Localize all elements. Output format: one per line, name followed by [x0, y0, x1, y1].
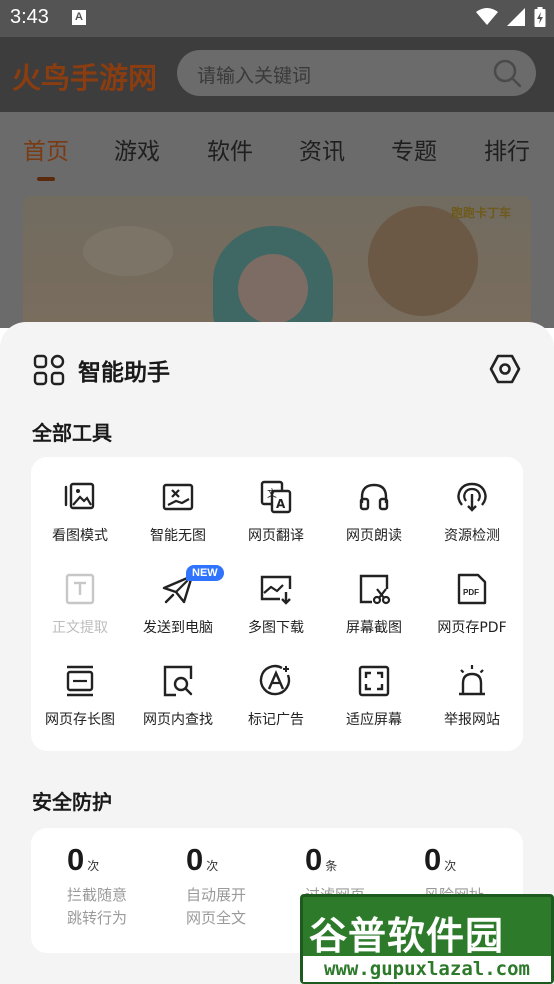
search-input[interactable]: 请输入关键词	[177, 50, 536, 96]
status-icons	[476, 7, 546, 27]
tab-rankings[interactable]: 排行	[484, 132, 530, 166]
stat-unit: 次	[206, 859, 219, 873]
tool-label: 网页存长图	[45, 712, 115, 728]
tool-label: 网页内查找	[143, 712, 213, 728]
headphones-icon	[359, 483, 389, 511]
no-image-icon	[162, 483, 194, 511]
tool-long-screenshot[interactable]: 网页存长图	[31, 663, 129, 729]
settings-hexagon-icon[interactable]	[489, 353, 521, 385]
banner-airship	[368, 206, 478, 316]
stat-auto-expand: 0次 自动展开网页全文	[186, 842, 276, 930]
watermark-url: www.gupuxlazal.com	[303, 956, 551, 982]
active-tab-indicator	[37, 177, 55, 181]
tool-label: 标记广告	[248, 712, 304, 728]
tool-label: 网页存PDF	[437, 620, 507, 636]
search-icon[interactable]	[492, 58, 522, 88]
wifi-icon	[476, 8, 498, 25]
report-alarm-icon	[459, 665, 485, 696]
tool-label: 智能无图	[150, 528, 206, 544]
assistant-sheet: 智能助手 全部工具 看图模式 智能无图 文A 网页翻译 网页朗读 资源检测 正文…	[0, 322, 554, 984]
tool-no-image[interactable]: 智能无图	[129, 479, 227, 545]
multi-image-download-icon	[260, 575, 292, 605]
tool-label: 看图模式	[52, 528, 108, 544]
tool-image-mode[interactable]: 看图模式	[31, 479, 129, 545]
stat-label-line1: 自动展开	[186, 886, 247, 904]
tool-screenshot[interactable]: 屏幕截图	[325, 571, 423, 637]
tool-read-aloud[interactable]: 网页朗读	[325, 479, 423, 545]
tool-label: 举报网站	[444, 712, 500, 728]
tab-software[interactable]: 软件	[207, 132, 253, 166]
pdf-icon: PDF	[457, 573, 487, 605]
tool-label: 网页朗读	[346, 528, 402, 544]
watermark-logo: 谷普软件园 www.gupuxlazal.com	[300, 894, 554, 984]
security-section-title: 安全防护	[32, 790, 112, 814]
stat-unit: 条	[325, 859, 338, 873]
tool-send-to-pc[interactable]: NEW 发送到电脑	[129, 565, 227, 637]
mark-ad-icon	[259, 664, 291, 696]
tab-topics[interactable]: 专题	[391, 132, 437, 166]
tool-fit-screen[interactable]: 适应屏幕	[325, 663, 423, 729]
text-extract-icon	[65, 573, 95, 605]
stat-value: 0	[305, 842, 323, 877]
tools-grid: 看图模式 智能无图 文A 网页翻译 网页朗读 资源检测 正文提取 NEW 发送到…	[31, 457, 523, 751]
tab-games[interactable]: 游戏	[114, 132, 160, 166]
status-bar: 3:43 A	[0, 0, 554, 37]
tool-label: 屏幕截图	[346, 620, 402, 636]
watermark-title: 谷普软件园	[309, 914, 505, 958]
notification-icon: A	[72, 10, 86, 25]
tools-section-title: 全部工具	[32, 421, 112, 445]
stat-value: 0	[67, 842, 85, 877]
banner-character-face	[238, 254, 308, 324]
tool-label: 发送到电脑	[143, 620, 213, 636]
battery-icon	[534, 7, 546, 27]
tool-text-extract: 正文提取	[31, 571, 129, 637]
svg-text:PDF: PDF	[463, 588, 479, 597]
site-header: 火鸟手游网 请输入关键词	[0, 37, 554, 112]
tool-label: 资源检测	[444, 528, 500, 544]
tool-mark-ad[interactable]: 标记广告	[227, 663, 325, 729]
stat-label-line1: 拦截随意	[67, 886, 128, 904]
site-logo[interactable]: 火鸟手游网	[12, 55, 157, 97]
stat-value: 0	[186, 842, 204, 877]
tab-home[interactable]: 首页	[23, 132, 69, 166]
sheet-title: 智能助手	[78, 360, 170, 386]
screenshot-scissors-icon	[359, 574, 391, 605]
svg-text:A: A	[276, 497, 286, 511]
resource-sniff-icon	[457, 482, 487, 512]
tool-save-pdf[interactable]: PDF 网页存PDF	[423, 571, 521, 637]
tool-label: 多图下载	[248, 620, 304, 636]
find-in-page-icon	[163, 665, 193, 697]
stat-value: 0	[424, 842, 442, 877]
tool-label: 正文提取	[52, 620, 108, 636]
tool-translate[interactable]: 文A 网页翻译	[227, 479, 325, 545]
new-badge: NEW	[186, 565, 224, 581]
long-screenshot-icon	[66, 665, 94, 697]
game-banner[interactable]: 跑跑卡丁车	[23, 196, 531, 336]
stat-unit: 次	[444, 859, 457, 873]
stat-label-line2: 跳转行为	[67, 909, 128, 927]
signal-icon	[507, 8, 525, 26]
tool-report-site[interactable]: 举报网站	[423, 663, 521, 729]
stat-blocked-redirects: 0次 拦截随意跳转行为	[67, 842, 157, 930]
stat-label-line2: 网页全文	[186, 909, 247, 927]
status-time: 3:43	[10, 6, 49, 28]
tool-find-in-page[interactable]: 网页内查找	[129, 663, 227, 729]
translate-icon: 文A	[260, 480, 292, 514]
nav-tabs: 首页 游戏 软件 资讯 专题 排行	[0, 112, 554, 188]
tool-resource-detect[interactable]: 资源检测	[423, 479, 521, 545]
banner-cloud	[83, 226, 173, 276]
banner-logo: 跑跑卡丁车	[450, 206, 511, 220]
fit-screen-icon	[358, 665, 390, 697]
tool-label: 适应屏幕	[346, 712, 402, 728]
search-placeholder: 请输入关键词	[197, 65, 312, 87]
apps-grid-icon	[33, 354, 65, 386]
stat-unit: 次	[87, 859, 100, 873]
image-gallery-icon	[64, 482, 95, 510]
tool-label: 网页翻译	[248, 528, 304, 544]
tab-news[interactable]: 资讯	[299, 132, 345, 166]
tool-multi-download[interactable]: 多图下载	[227, 571, 325, 637]
